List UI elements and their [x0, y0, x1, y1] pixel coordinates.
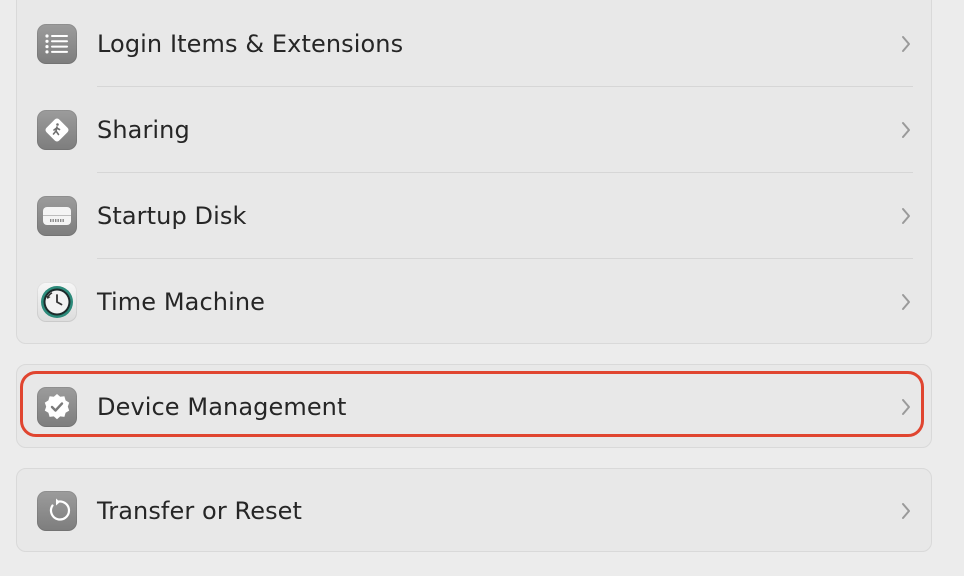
badge-checkmark-icon: [37, 387, 77, 427]
settings-row-startup-disk[interactable]: Startup Disk: [17, 173, 931, 259]
time-machine-icon: [37, 282, 77, 322]
settings-group-general: Login Items & Extensions Sharing Startup…: [16, 0, 932, 344]
settings-row-sharing[interactable]: Sharing: [17, 87, 931, 173]
settings-group-transfer-reset: Transfer or Reset: [16, 468, 932, 552]
settings-row-label: Startup Disk: [97, 202, 247, 230]
chevron-right-icon: [899, 120, 913, 140]
settings-row-transfer-reset[interactable]: Transfer or Reset: [17, 469, 931, 553]
settings-group-device-management: Device Management: [16, 364, 932, 448]
reset-icon: [37, 491, 77, 531]
disk-icon: [37, 196, 77, 236]
chevron-right-icon: [899, 292, 913, 312]
chevron-right-icon: [899, 206, 913, 226]
settings-row-label: Time Machine: [97, 288, 266, 316]
settings-row-label: Sharing: [97, 116, 190, 144]
settings-row-time-machine[interactable]: Time Machine: [17, 259, 931, 345]
settings-row-label: Device Management: [97, 393, 347, 421]
chevron-right-icon: [899, 397, 913, 417]
settings-row-label: Login Items & Extensions: [97, 30, 404, 58]
settings-row-device-management[interactable]: Device Management: [17, 365, 931, 449]
chevron-right-icon: [899, 501, 913, 521]
sharing-icon: [37, 110, 77, 150]
settings-row-login-items[interactable]: Login Items & Extensions: [17, 1, 931, 87]
chevron-right-icon: [899, 34, 913, 54]
settings-row-label: Transfer or Reset: [97, 497, 303, 525]
list-icon: [37, 24, 77, 64]
